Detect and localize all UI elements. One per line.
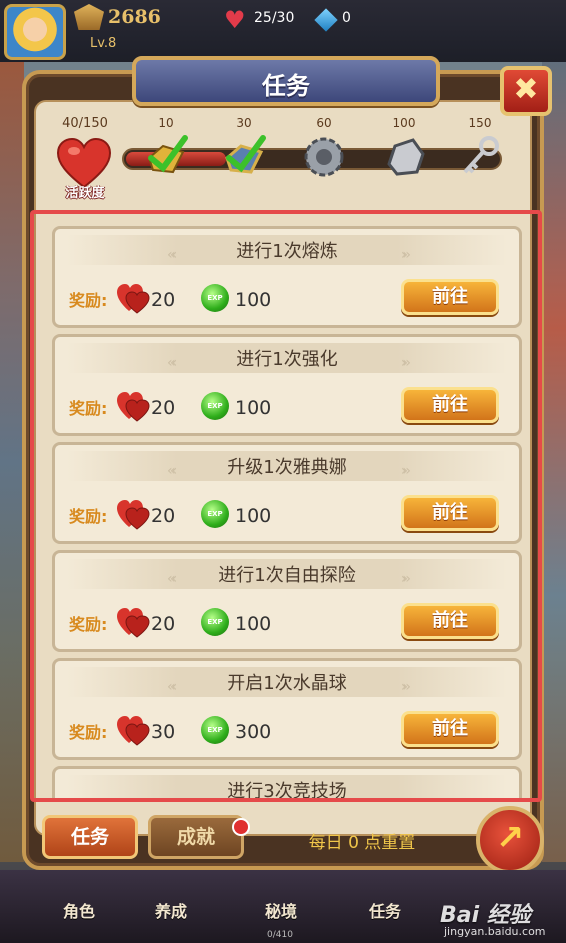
nav-secret-progress: 0/410 xyxy=(267,930,293,940)
exp-orb-icon: EXP xyxy=(201,608,229,636)
heart-reward-value: 20 xyxy=(151,289,176,311)
milestone-label: 150 xyxy=(468,116,492,130)
reward-label: 奖励: xyxy=(69,291,108,310)
exp-orb-icon: EXP xyxy=(201,716,229,744)
gem-icon xyxy=(314,8,338,32)
milestone-label: 60 xyxy=(316,116,332,130)
go-button[interactable]: 前往 xyxy=(401,495,499,531)
combat-power: 2686 xyxy=(108,6,161,28)
milestone-30[interactable]: 30 xyxy=(216,116,272,180)
heart-reward-icon xyxy=(115,605,151,639)
task-title: 进行1次熔炼 xyxy=(236,241,338,262)
nav-task[interactable]: 任务 xyxy=(340,898,430,922)
milestone-label: 10 xyxy=(158,116,174,130)
task-title: 进行1次自由探险 xyxy=(218,565,356,586)
task-title: 开启1次水晶球 xyxy=(227,673,347,694)
activity-count: 40/150 xyxy=(62,116,108,131)
milestone-150[interactable]: 150 xyxy=(452,116,508,180)
gem-count: 0 xyxy=(342,10,351,26)
rank-icon xyxy=(74,4,104,30)
exp-reward-value: 100 xyxy=(235,505,272,527)
milestone-60[interactable]: 60 xyxy=(296,116,352,180)
exp-reward-value: 300 xyxy=(235,721,272,743)
task-title: 进行3次竞技场 xyxy=(227,781,347,802)
top-hud: 2686 Lv.8 ♥ 25/30 0 xyxy=(0,0,566,62)
heart-reward-value: 20 xyxy=(151,397,176,419)
key-icon xyxy=(457,134,503,180)
exp-reward-value: 100 xyxy=(235,397,272,419)
milestone-10[interactable]: 10 xyxy=(138,116,194,180)
background-left-menu xyxy=(0,62,24,862)
reward-label: 奖励: xyxy=(69,399,108,418)
heart-reward-icon xyxy=(115,389,151,423)
background-right-menu xyxy=(542,62,566,862)
task-title: 升级1次雅典娜 xyxy=(227,457,347,478)
gold-chest-checked-icon xyxy=(143,134,189,180)
exp-orb-icon: EXP xyxy=(201,392,229,420)
heart-reward-value: 20 xyxy=(151,505,176,527)
silver-gear-icon xyxy=(301,134,347,180)
player-level: Lv.8 xyxy=(90,36,117,51)
task-card: 进行3次竞技场 xyxy=(52,766,522,802)
daily-reset-notice: 每日 0 点重置 xyxy=(308,833,416,853)
go-button[interactable]: 前往 xyxy=(401,279,499,315)
task-card: «‹ ›» 开启1次水晶球 奖励: 30 EXP 300 前往 xyxy=(52,658,522,760)
task-card: «‹ ›» 升级1次雅典娜 奖励: 20 EXP 100 前往 xyxy=(52,442,522,544)
milestone-label: 30 xyxy=(236,116,252,130)
player-avatar[interactable] xyxy=(4,4,66,60)
nav-role[interactable]: 角色 xyxy=(34,898,124,922)
heart-reward-icon xyxy=(115,713,151,747)
go-button[interactable]: 前往 xyxy=(401,603,499,639)
exp-reward-value: 100 xyxy=(235,289,272,311)
heart-reward-value: 30 xyxy=(151,721,176,743)
activity-label: 活跃度 xyxy=(65,186,105,201)
share-arrow-button[interactable]: ↗ xyxy=(476,806,544,874)
task-title: 进行1次强化 xyxy=(236,349,338,370)
milestone-100[interactable]: 100 xyxy=(376,116,432,180)
go-button[interactable]: 前往 xyxy=(401,711,499,747)
reward-label: 奖励: xyxy=(69,723,108,742)
watermark-url: jingyan.baidu.com xyxy=(444,925,546,938)
stone-icon xyxy=(381,134,427,180)
reward-label: 奖励: xyxy=(69,507,108,526)
task-list-highlight: «‹ ›» 进行1次熔炼 奖励: 20 EXP 100 前往 «‹ ›» 进行1… xyxy=(30,210,542,802)
blue-chest-checked-icon xyxy=(221,134,267,180)
nav-cultivate[interactable]: 养成 xyxy=(126,898,216,922)
stamina-value: 25/30 xyxy=(254,10,295,26)
nav-secret[interactable]: 秘境 xyxy=(236,898,326,922)
task-card: «‹ ›» 进行1次强化 奖励: 20 EXP 100 前往 xyxy=(52,334,522,436)
task-card: «‹ ›» 进行1次熔炼 奖励: 20 EXP 100 前往 xyxy=(52,226,522,328)
exp-reward-value: 100 xyxy=(235,613,272,635)
task-card: «‹ ›» 进行1次自由探险 奖励: 20 EXP 100 前往 xyxy=(52,550,522,652)
exp-orb-icon: EXP xyxy=(201,284,229,312)
go-button[interactable]: 前往 xyxy=(401,387,499,423)
notification-dot xyxy=(232,818,250,836)
heart-reward-value: 20 xyxy=(151,613,176,635)
heart-reward-icon xyxy=(115,281,151,315)
baidu-watermark: Bai 经验 jingyan.baidu.com xyxy=(440,893,566,941)
close-button[interactable]: ✖ xyxy=(500,66,552,116)
heart-reward-icon xyxy=(115,497,151,531)
tab-task[interactable]: 任务 xyxy=(42,815,138,859)
title-plate: 任务 xyxy=(132,56,440,106)
reward-label: 奖励: xyxy=(69,615,108,634)
exp-orb-icon: EXP xyxy=(201,500,229,528)
milestone-label: 100 xyxy=(392,116,416,130)
stamina-heart-icon: ♥ xyxy=(224,6,246,34)
tab-achievement[interactable]: 成就 xyxy=(148,815,244,859)
dialog-title: 任务 xyxy=(262,72,310,100)
